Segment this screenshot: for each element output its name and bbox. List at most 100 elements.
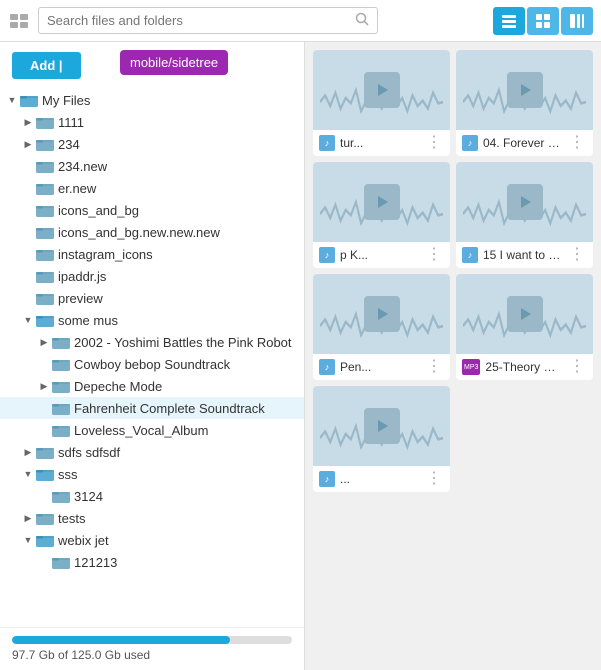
tree-label-121213: 121213 — [74, 555, 117, 570]
sidebar-toggle-icon[interactable] — [8, 10, 30, 32]
folder-icon-1111 — [36, 115, 54, 129]
tree-item-cowboy[interactable]: ▶ Cowboy bebop Soundtrack — [0, 353, 304, 375]
audio-play-icon — [364, 184, 400, 220]
tree-item-loveless[interactable]: ▶ Loveless_Vocal_Album — [0, 419, 304, 441]
add-button-row: Add | mobile/sidetree — [0, 42, 304, 89]
toolbar — [0, 0, 601, 42]
tree-item-121213[interactable]: ▶ 121213 — [0, 551, 304, 573]
file-more-button-f2[interactable]: ⋮ — [567, 135, 587, 151]
folder-icon-tests — [36, 511, 54, 525]
tree-toggle-1111[interactable]: ▶ — [20, 114, 36, 130]
tree-item-fahrenheit[interactable]: ▶ Fahrenheit Complete Soundtrack — [0, 397, 304, 419]
tree-label-sss: sss — [58, 467, 78, 482]
file-badge-f6: MP3 — [462, 359, 480, 375]
folder-icon-234 — [36, 137, 54, 151]
tree-item-instagram[interactable]: ▶ instagram_icons — [0, 243, 304, 265]
tree-toggle-234[interactable]: ▶ — [20, 136, 36, 152]
tree-toggle-yoshimi[interactable]: ▶ — [36, 334, 52, 350]
file-card-f2[interactable]: ♪04. Forever Bl...⋮ — [456, 50, 593, 156]
tree-item-1111[interactable]: ▶ 1111 — [0, 111, 304, 133]
main-content: Add | mobile/sidetree ▼ My Files▶ 1111▶ … — [0, 42, 601, 670]
folder-icon-icons_bg — [36, 203, 54, 217]
tree-toggle-webix[interactable]: ▼ — [20, 532, 36, 548]
audio-play-icon — [507, 72, 543, 108]
folder-icon-sdfs — [36, 445, 54, 459]
tree-item-ipaddr[interactable]: ▶ ipaddr.js — [0, 265, 304, 287]
file-info-f6: MP325-Theory Of ...⋮ — [456, 354, 593, 380]
file-more-button-f3[interactable]: ⋮ — [424, 247, 444, 263]
tree-item-icons_bg[interactable]: ▶ icons_and_bg — [0, 199, 304, 221]
file-thumbnail-f5 — [313, 274, 450, 354]
tree-label-someMus: some mus — [58, 313, 118, 328]
audio-play-icon — [364, 72, 400, 108]
tree-item-someMus[interactable]: ▼ some mus — [0, 309, 304, 331]
file-more-button-f7[interactable]: ⋮ — [424, 471, 444, 487]
tree-item-icons_bg_new[interactable]: ▶ icons_and_bg.new.new.new — [0, 221, 304, 243]
file-more-button-f1[interactable]: ⋮ — [424, 135, 444, 151]
tree-item-234[interactable]: ▶ 234 — [0, 133, 304, 155]
tree-item-3124[interactable]: ▶ 3124 — [0, 485, 304, 507]
file-name-f1: tur... — [340, 136, 419, 150]
file-more-button-f5[interactable]: ⋮ — [424, 359, 444, 375]
file-name-f2: 04. Forever Bl... — [483, 136, 562, 150]
tree-item-sdfs[interactable]: ▶ sdfs sdfsdf — [0, 441, 304, 463]
tree-item-myfiles[interactable]: ▼ My Files — [0, 89, 304, 111]
audio-play-icon — [507, 296, 543, 332]
file-card-f5[interactable]: ♪Pen...⋮ — [313, 274, 450, 380]
folder-icon-depeche — [52, 379, 70, 393]
tree-label-234: 234 — [58, 137, 80, 152]
tree-toggle-myfiles[interactable]: ▼ — [4, 92, 20, 108]
folder-icon-instagram — [36, 247, 54, 261]
file-more-button-f6[interactable]: ⋮ — [567, 359, 587, 375]
tree-item-234new[interactable]: ▶ 234.new — [0, 155, 304, 177]
folder-icon-3124 — [52, 489, 70, 503]
audio-play-icon — [364, 296, 400, 332]
file-thumbnail-f7 — [313, 386, 450, 466]
file-card-f7[interactable]: ♪...⋮ — [313, 386, 450, 492]
tree-label-sdfs: sdfs sdfsdf — [58, 445, 120, 460]
tree-item-depeche[interactable]: ▶ Depeche Mode — [0, 375, 304, 397]
file-more-button-f4[interactable]: ⋮ — [567, 247, 587, 263]
search-icon[interactable] — [355, 12, 369, 29]
right-panel: ♪ tur... ⋮ ♪ 04. Forever Bl... ⋮ ♪ p K... ⋮ ♪1… — [305, 42, 601, 670]
tree-label-instagram: instagram_icons — [58, 247, 153, 262]
tree-toggle-depeche[interactable]: ▶ — [36, 378, 52, 394]
tree-label-loveless: Loveless_Vocal_Album — [74, 423, 208, 438]
tree-toggle-tests[interactable]: ▶ — [20, 510, 36, 526]
file-badge-f7: ♪ — [319, 471, 335, 487]
tree-item-sss[interactable]: ▼ sss — [0, 463, 304, 485]
add-button[interactable]: Add | — [12, 52, 81, 79]
file-card-f4[interactable]: ♪15 I want to kn...⋮ — [456, 162, 593, 268]
tree-item-webix[interactable]: ▼ webix jet — [0, 529, 304, 551]
tree-label-preview: preview — [58, 291, 103, 306]
file-grid: ♪ tur... ⋮ ♪ 04. Forever Bl... ⋮ ♪ p K... ⋮ ♪1… — [313, 50, 593, 492]
search-input[interactable] — [47, 13, 355, 28]
tree-label-icons_bg: icons_and_bg — [58, 203, 139, 218]
file-card-f3[interactable]: ♪p K...⋮ — [313, 162, 450, 268]
tree-label-myfiles: My Files — [42, 93, 90, 108]
file-thumbnail-f6 — [456, 274, 593, 354]
file-card-f1[interactable]: ♪ tur... ⋮ — [313, 50, 450, 156]
file-info-f1: ♪ tur... ⋮ — [313, 130, 450, 156]
grid-view-button[interactable] — [527, 7, 559, 35]
search-box — [38, 7, 378, 34]
sidebar: Add | mobile/sidetree ▼ My Files▶ 1111▶ … — [0, 42, 305, 670]
tree-label-webix: webix jet — [58, 533, 109, 548]
folder-icon-121213 — [52, 555, 70, 569]
tree-toggle-someMus[interactable]: ▼ — [20, 312, 36, 328]
tree-item-preview[interactable]: ▶ preview — [0, 287, 304, 309]
tree-item-tests[interactable]: ▶ tests — [0, 507, 304, 529]
tree-item-ernew[interactable]: ▶ er.new — [0, 177, 304, 199]
file-card-f6[interactable]: MP325-Theory Of ...⋮ — [456, 274, 593, 380]
file-info-f7: ♪...⋮ — [313, 466, 450, 492]
panel-view-button[interactable] — [561, 7, 593, 35]
file-badge-f1: ♪ — [319, 135, 335, 151]
file-tree: ▼ My Files▶ 1111▶ 234▶ 234.new▶ er.new▶ … — [0, 89, 304, 627]
file-info-f4: ♪15 I want to kn...⋮ — [456, 242, 593, 268]
tree-toggle-sss[interactable]: ▼ — [20, 466, 36, 482]
list-view-button[interactable] — [493, 7, 525, 35]
file-name-f3: p K... — [340, 248, 419, 262]
tree-item-yoshimi[interactable]: ▶ 2002 - Yoshimi Battles the Pink Robot — [0, 331, 304, 353]
tree-toggle-sdfs[interactable]: ▶ — [20, 444, 36, 460]
file-name-f5: Pen... — [340, 360, 419, 374]
